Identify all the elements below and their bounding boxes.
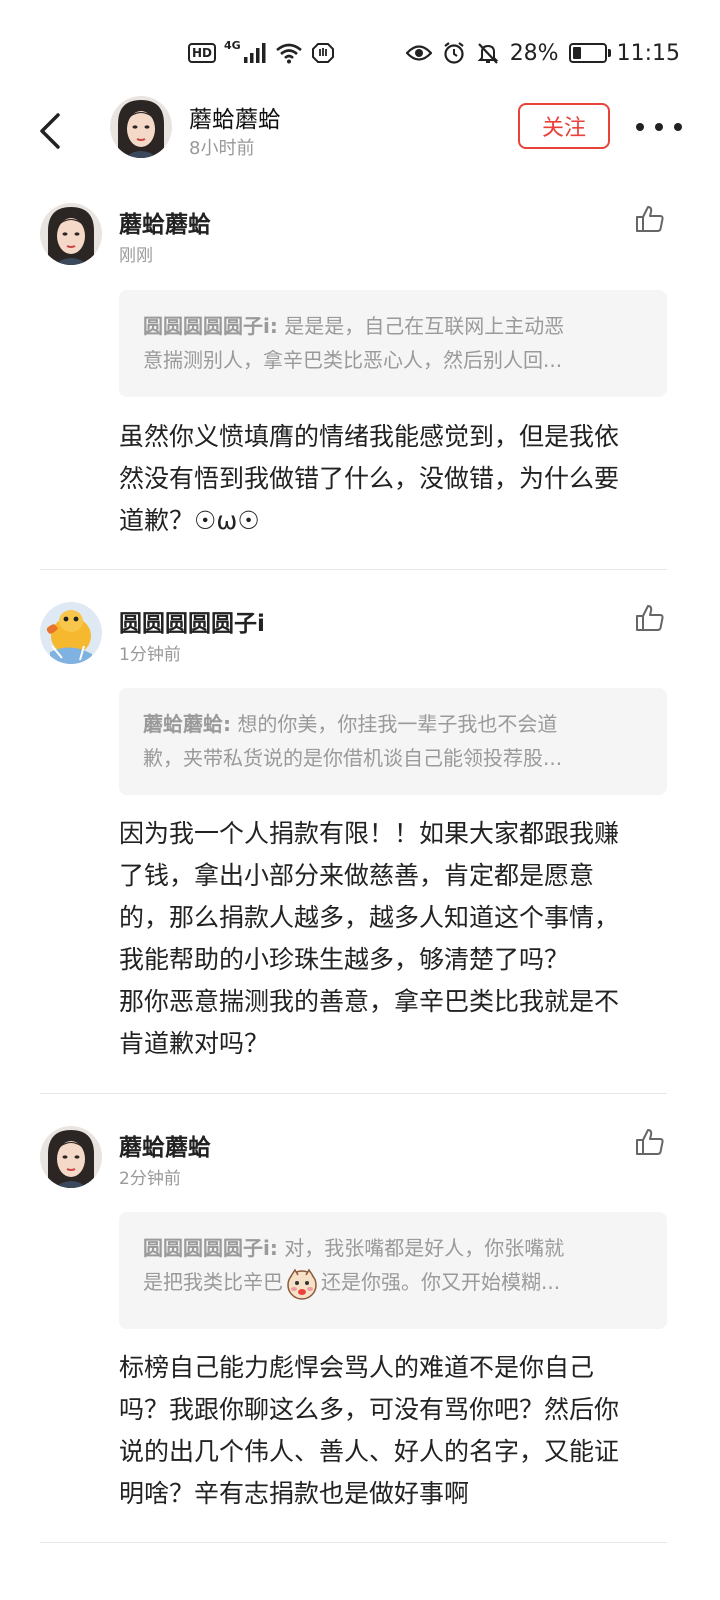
- eye-icon: [405, 45, 432, 61]
- back-button[interactable]: [28, 104, 72, 158]
- quote-author: 圆圆圆圆圆子i:: [143, 1236, 278, 1260]
- like-button[interactable]: [634, 1126, 666, 1158]
- commenter-name[interactable]: 蘑蛤蘑蛤: [119, 205, 211, 239]
- quoted-reply[interactable]: 圆圆圆圆圆子i: 对，我张嘴都是好人，你张嘴就 是把我类比辛巴 还是你强。你又开…: [119, 1212, 667, 1329]
- quote-line: 圆圆圆圆圆子i: 是是是，自己在互联网上主动恶: [143, 309, 643, 343]
- comment-line: 说的出几个伟人、善人、好人的名字，又能证: [119, 1437, 620, 1466]
- commenter-avatar[interactable]: [40, 1126, 102, 1188]
- comment-time: 1分钟前: [119, 645, 181, 665]
- divider: [40, 569, 667, 570]
- quote-author: 圆圆圆圆圆子i:: [143, 314, 278, 338]
- commenter-avatar[interactable]: [40, 203, 102, 265]
- comment-line: 因为我一个人捐款有限！！如果大家都跟我赚: [119, 819, 620, 848]
- like-button[interactable]: [634, 602, 666, 634]
- comment-line: 标榜自己能力彪悍会骂人的难道不是你自己: [119, 1353, 595, 1382]
- more-dot: [655, 123, 663, 131]
- battery-level: [572, 47, 581, 59]
- commenter-name[interactable]: 蘑蛤蘑蛤: [119, 1128, 211, 1162]
- thumbs-up-icon: [636, 605, 664, 631]
- quote-text: 歉，夹带私货说的是你借机谈自己能领投荐股...: [143, 746, 563, 770]
- comment-line: 了钱，拿出小部分来做慈善，肯定都是愿意: [119, 861, 595, 890]
- more-dot: [674, 123, 682, 131]
- comment-line: 明啥？辛有志捐款也是做好事啊: [119, 1479, 470, 1508]
- quote-text: 对，我张嘴都是好人，你张嘴就: [277, 1236, 565, 1260]
- quote-text: 是是是，自己在互联网上主动恶: [277, 314, 565, 338]
- post-time: 8小时前: [189, 138, 255, 159]
- avatar-portrait-icon: [40, 1126, 102, 1188]
- avatar-portrait-icon: [110, 96, 172, 158]
- avatar-portrait-icon: [40, 203, 102, 265]
- divider: [40, 1093, 667, 1094]
- hand-icon: [311, 43, 334, 63]
- comment-line: 我能帮助的小珍珠生越多，够清楚了吗？: [119, 945, 570, 974]
- quote-text: 意揣测别人，拿辛巴类比恶心人，然后别人回...: [143, 348, 563, 372]
- quote-author: 蘑蛤蘑蛤:: [143, 712, 231, 736]
- thumbs-up-icon: [636, 1129, 664, 1155]
- comment-text: 因为我一个人捐款有限！！如果大家都跟我赚 了钱，拿出小部分来做慈善，肯定都是愿意…: [119, 813, 679, 1065]
- comment-text: 虽然你义愤填膺的情绪我能感觉到，但是我依 然没有悟到我做错了什么，没做错，为什么…: [119, 416, 679, 542]
- comment-time: 2分钟前: [119, 1169, 181, 1189]
- thumbs-up-icon: [636, 206, 664, 232]
- chevron-left-icon: [40, 113, 60, 149]
- divider: [40, 1542, 667, 1543]
- author-name[interactable]: 蘑蛤蘑蛤: [189, 100, 281, 134]
- duck-avatar-icon: [40, 602, 102, 664]
- quoted-reply[interactable]: 蘑蛤蘑蛤: 想的你美，你挂我一辈子我也不会道 歉，夹带私货说的是你借机谈自己能领…: [119, 688, 667, 795]
- alarm-icon: [444, 42, 464, 64]
- comment-line: 道歉？☉ω☉: [119, 506, 260, 535]
- quoted-reply[interactable]: 圆圆圆圆圆子i: 是是是，自己在互联网上主动恶 意揣测别人，拿辛巴类比恶心人，然…: [119, 290, 667, 397]
- comment-line: 然没有悟到我做错了什么，没做错，为什么要: [119, 464, 620, 493]
- signal-icon: [243, 43, 266, 63]
- like-button[interactable]: [634, 203, 666, 235]
- status-bar: HD 4G 28% 11:15: [0, 0, 720, 100]
- battery-icon: [568, 43, 611, 63]
- commenter-name[interactable]: 圆圆圆圆圆子i: [119, 604, 265, 638]
- status-right: 28% 11:15: [405, 38, 680, 68]
- quote-line: 蘑蛤蘑蛤: 想的你美，你挂我一辈子我也不会道: [143, 707, 643, 741]
- bell-off-icon: [477, 43, 499, 64]
- comment-time: 刚刚: [119, 246, 153, 266]
- quote-line: 是把我类比辛巴 还是你强。你又开始模糊...: [143, 1265, 643, 1301]
- comment-line: 那你恶意揣测我的善意，拿辛巴类比我就是不: [119, 987, 620, 1016]
- network-type: 4G: [224, 38, 241, 52]
- hd-badge: HD: [188, 43, 217, 63]
- blushing-face-emoji-icon: [287, 1268, 317, 1300]
- comment-line: 吗？我跟你聊这么多，可没有骂你吧？然后你: [119, 1395, 620, 1424]
- follow-button[interactable]: 关注: [518, 103, 610, 149]
- post-header: 蘑蛤蘑蛤 8小时前 关注: [0, 96, 720, 166]
- quote-line: 圆圆圆圆圆子i: 对，我张嘴都是好人，你张嘴就: [143, 1231, 643, 1265]
- status-left: HD 4G: [188, 38, 335, 68]
- quote-text: 还是你强。你又开始模糊...: [321, 1270, 561, 1294]
- wifi-icon: [275, 43, 302, 64]
- author-avatar[interactable]: [110, 96, 172, 158]
- comment-line: 肯道歉对吗？: [119, 1029, 270, 1058]
- quote-text: 是把我类比辛巴: [143, 1270, 283, 1294]
- quote-text: 想的你美，你挂我一辈子我也不会道: [231, 712, 558, 736]
- comment-line: 的，那么捐款人越多，越多人知道这个事情，: [119, 903, 620, 932]
- comment-line: 虽然你义愤填膺的情绪我能感觉到，但是我依: [119, 422, 620, 451]
- comment-text: 标榜自己能力彪悍会骂人的难道不是你自己 吗？我跟你聊这么多，可没有骂你吧？然后你…: [119, 1347, 679, 1515]
- status-time: 11:15: [616, 40, 680, 66]
- battery-percent: 28%: [509, 40, 559, 66]
- more-dot: [636, 123, 644, 131]
- more-options-button[interactable]: [636, 110, 682, 144]
- commenter-avatar[interactable]: [40, 602, 102, 664]
